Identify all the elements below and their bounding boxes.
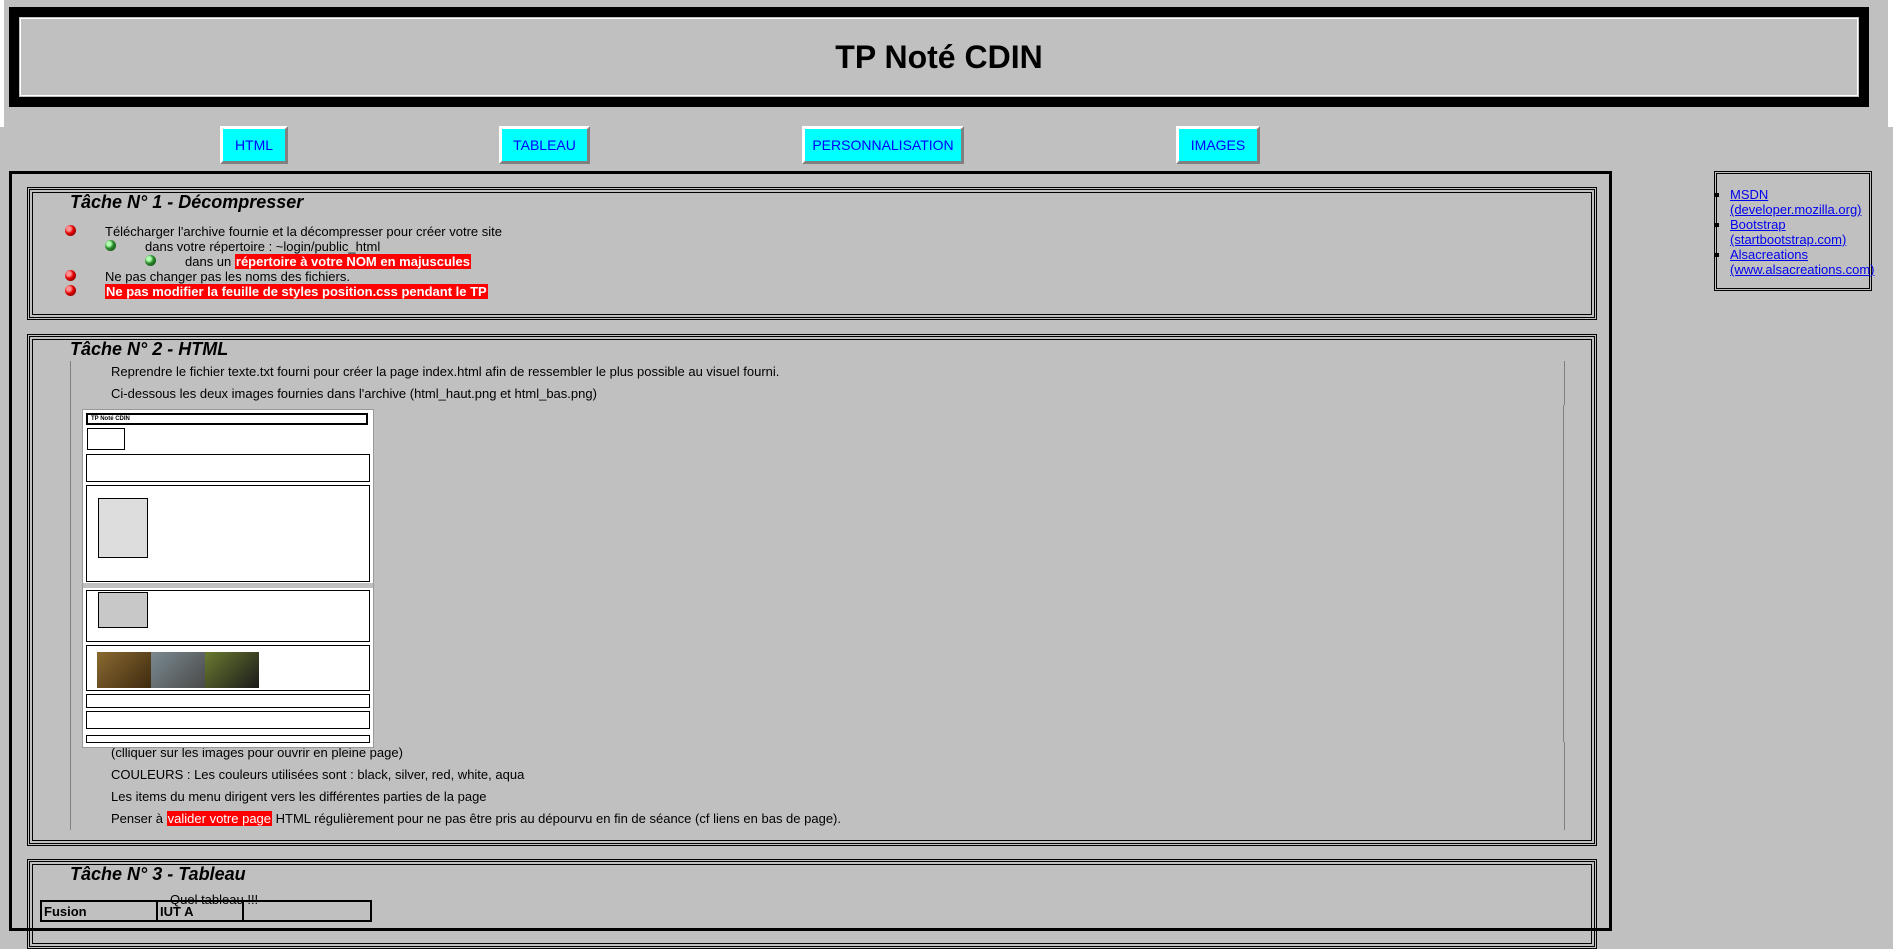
tiger-image [97, 652, 151, 688]
table-row: Reprendre le fichier texte.txt fourni po… [70, 361, 1565, 383]
table-row: Fusion IUT A [40, 900, 372, 922]
menu-item-tableau[interactable]: TABLEAU [499, 126, 590, 164]
link-alsacreations[interactable]: Alsacreations (www.alsacreations.com) [1730, 247, 1875, 277]
red-bullet-icon [65, 225, 76, 236]
list-item: dans un répertoire à votre NOM en majusc… [185, 254, 471, 269]
menu-item-personnalisation[interactable]: PERSONNALISATION [802, 126, 964, 164]
table-row: COULEURS : Les couleurs utilisées sont :… [70, 764, 1565, 786]
list-item: Bootstrap(startbootstrap.com) [1730, 217, 1865, 247]
preview-section-box [86, 711, 370, 729]
link-label: Alsacreations [1730, 247, 1809, 262]
preview-title: TP Noté CDIN [86, 413, 368, 425]
section-title: Tâche N° 1 - Décompresser [70, 192, 304, 212]
gorilla-image [205, 652, 259, 688]
page-right-edge [1888, 0, 1893, 127]
highlight-text: Ne pas modifier la feuille de styles pos… [105, 284, 488, 299]
row-text: Reprendre le fichier texte.txt fourni po… [111, 364, 780, 379]
link-url: (www.alsacreations.com) [1730, 262, 1875, 277]
row-text: COULEURS : Les couleurs utilisées sont :… [111, 767, 525, 782]
green-bullet-icon [105, 240, 116, 251]
row-text: Ci-dessous les deux images fournies dans… [111, 386, 597, 401]
list-item: MSDN(developer.mozilla.org) [1730, 187, 1865, 217]
section-tache-1: Tâche N° 1 - Décompresser Télécharger l'… [27, 187, 1597, 320]
links-list: MSDN(developer.mozilla.org) Bootstrap(st… [1720, 187, 1875, 277]
red-bullet-icon [65, 285, 76, 296]
highlight-text: valider votre page [166, 811, 273, 826]
list-item: dans votre répertoire : ~login/public_ht… [145, 239, 381, 254]
table-cell: Fusion [40, 900, 158, 922]
table-row: Penser à valider votre page HTML réguliè… [70, 808, 1565, 830]
page-header: TP Noté CDIN [9, 7, 1869, 107]
table-border [70, 405, 71, 742]
red-bullet-icon [65, 270, 76, 281]
list-item: Ne pas changer pas les noms des fichiers… [105, 269, 350, 284]
preview-menu-box [87, 428, 125, 450]
table-border [1563, 405, 1564, 742]
menu-item-images[interactable]: IMAGES [1176, 126, 1260, 164]
section-title: Tâche N° 3 - Tableau [70, 864, 246, 884]
table-cell: IUT A [156, 900, 244, 922]
fusion-table: Fusion IUT A [40, 900, 372, 922]
preview-separator [83, 583, 373, 588]
menu-item-html[interactable]: HTML [220, 126, 288, 164]
link-url: (startbootstrap.com) [1730, 232, 1847, 247]
list-item: Ne pas modifier la feuille de styles pos… [105, 284, 488, 299]
links-sidebar: MSDN(developer.mozilla.org) Bootstrap(st… [1714, 171, 1875, 291]
row-text: Les items du menu dirigent vers les diff… [111, 789, 487, 804]
preview-image[interactable]: TP Noté CDIN [82, 409, 374, 748]
highlight-text: répertoire à votre NOM en majuscules [234, 254, 471, 269]
link-label: MSDN [1730, 187, 1769, 202]
link-label: Bootstrap [1730, 217, 1786, 232]
preview-section-box [86, 454, 370, 482]
table-cell [242, 900, 372, 922]
list-item: Alsacreations(www.alsacreations.com) [1730, 247, 1875, 277]
hippo-image [151, 652, 205, 688]
green-bullet-icon [145, 255, 156, 266]
page-title: TP Noté CDIN [835, 38, 1043, 75]
section-title: Tâche N° 2 - HTML [70, 339, 229, 359]
preview-footer-box [86, 735, 370, 743]
link-url: (developer.mozilla.org) [1730, 202, 1862, 217]
preview-inner-screenshot [98, 592, 148, 628]
table-row: Les items du menu dirigent vers les diff… [70, 786, 1565, 808]
page-left-edge [0, 0, 4, 127]
preview-inner-screenshot [98, 498, 148, 558]
row-text-prefix: Penser à [111, 811, 164, 826]
list-item: Télécharger l'archive fournie et la déco… [105, 224, 502, 239]
preview-section-box [86, 694, 370, 708]
row-text: Penser à valider votre page HTML réguliè… [111, 808, 841, 830]
table-row: Ci-dessous les deux images fournies dans… [70, 383, 1565, 405]
link-bootstrap[interactable]: Bootstrap (startbootstrap.com) [1730, 217, 1846, 247]
row-text-suffix: HTML régulièrement pour ne pas être pris… [275, 811, 841, 826]
list-item-text: dans un [185, 254, 232, 269]
link-msdn[interactable]: MSDN (developer.mozilla.org) [1730, 187, 1862, 217]
